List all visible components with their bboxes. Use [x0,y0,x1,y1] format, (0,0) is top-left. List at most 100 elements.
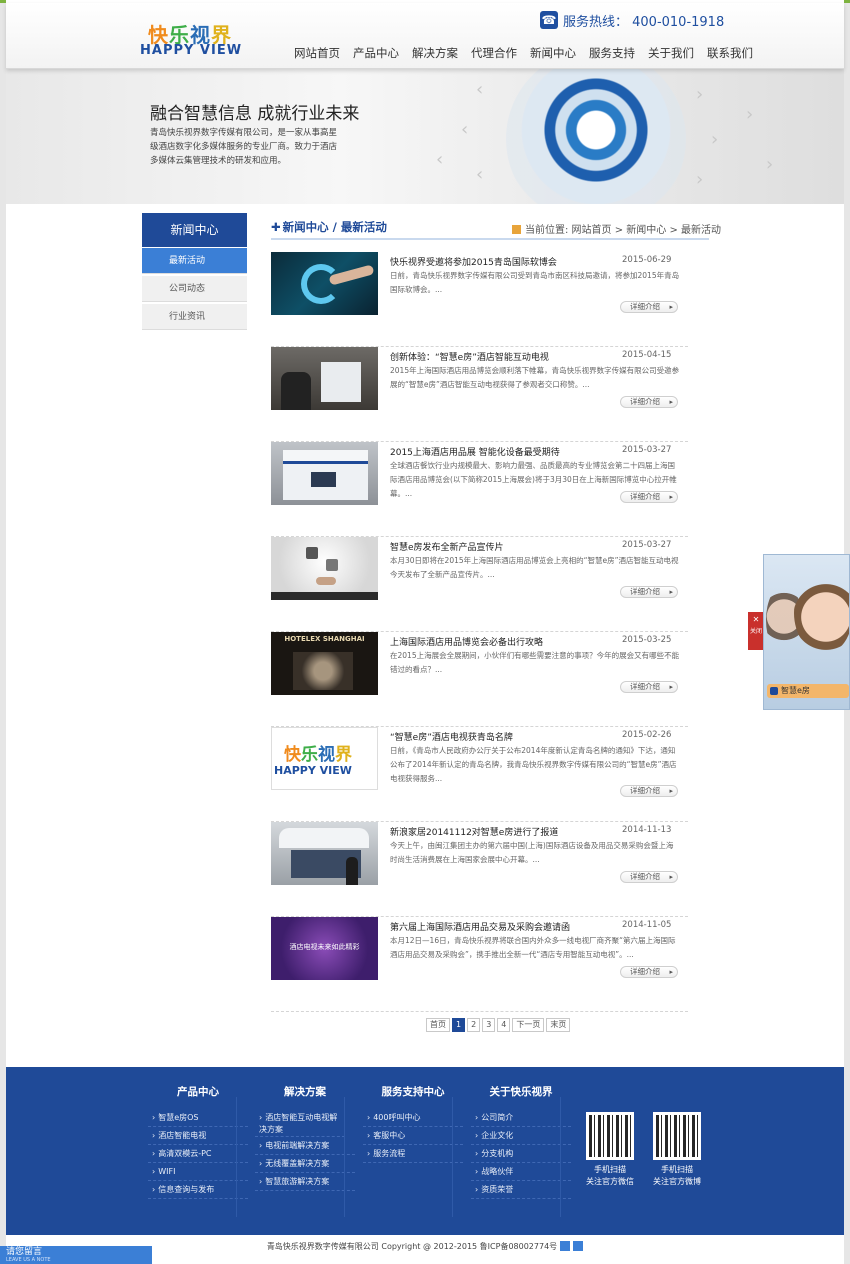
nav-contact[interactable]: 联系我们 [707,45,753,61]
footer-link[interactable]: › WIFI [148,1163,248,1181]
news-item: 新浪家居20141112对智慧e房进行了报道 2014-11-13 今天上午，由… [271,822,688,917]
news-date: 2015-02-26 [622,730,672,740]
more-button[interactable]: 详细介绍 ▸ [620,491,678,503]
breadcrumb: 当前位置: 网站首页 > 新闻中心 > 最新活动 [512,221,721,236]
footer-link[interactable]: › 高清双模云-PC [148,1145,248,1163]
news-title[interactable]: 快乐视界受邀将参加2015青岛国际软博会 [390,255,557,268]
police-badge-icon[interactable] [573,1241,584,1251]
footer-link[interactable]: › 企业文化 [471,1127,571,1145]
footer-link[interactable]: › 分支机构 [471,1145,571,1163]
qr-code-weibo [653,1112,701,1160]
more-label: 详细介绍 [630,967,660,976]
more-button[interactable]: 详细介绍 ▸ [620,301,678,313]
pager-page-1[interactable]: 1 [452,1018,466,1032]
pager-page-3[interactable]: 3 [482,1018,496,1032]
leave-message-bar[interactable]: 请您留言 LEAVE US A NOTE [0,1246,152,1264]
float-close-button[interactable]: ✕ 关闭 [748,612,764,650]
logo[interactable]: 快乐视界 HAPPY VIEW [140,19,250,61]
chat-icon [770,687,778,695]
more-button[interactable]: 详细介绍 ▸ [620,871,678,883]
news-item: 快乐视界受邀将参加2015青岛国际软博会 2015-06-29 日前，青岛快乐视… [271,252,688,347]
pager-next[interactable]: 下一页 [512,1018,545,1032]
thumb-hand-e[interactable] [271,252,378,315]
globe-graphic [506,69,686,204]
footer-col-title: 解决方案 [284,1086,326,1098]
sidebar-item-industry[interactable]: 行业资讯 [142,304,247,330]
news-item: 酒店电视未来如此精彩 第六届上海国际酒店用品交易及采购会邀请函 2014-11-… [271,917,688,1012]
content-title: ✚ 新闻中心 / 最新活动 [271,219,387,235]
breadcrumb-text[interactable]: 当前位置: 网站首页 > 新闻中心 > 最新活动 [525,225,721,236]
news-item: 快乐视界 HAPPY VIEW “智慧e房”酒店电视获青岛名牌 2015-02-… [271,727,688,822]
plus-icon: ✚ [271,220,281,234]
thumb-expo-crowd[interactable] [271,347,378,410]
pager-page-2[interactable]: 2 [467,1018,481,1032]
qr-code-wechat [586,1112,634,1160]
more-button[interactable]: 详细介绍 ▸ [620,681,678,693]
phone-icon: ☎ [540,11,558,29]
footer-link[interactable]: › 400呼叫中心 [363,1109,463,1127]
news-date: 2015-04-15 [622,350,672,360]
nav-solutions[interactable]: 解决方案 [412,45,458,61]
hotline-text: 服务热线： 400-010-1918 [563,14,725,30]
thumb-exhibition[interactable] [271,822,378,885]
close-icon: ✕ [752,615,760,624]
nav-home[interactable]: 网站首页 [294,45,340,61]
more-label: 详细介绍 [630,302,660,311]
news-desc: 日前，青岛快乐视界数字传媒有限公司受到青岛市南区科技局邀请，将参加2015年青岛… [390,271,680,294]
thumb-booth[interactable] [271,442,378,505]
news-title[interactable]: 第六届上海国际酒店用品交易及采购会邀请函 [390,920,570,933]
footer-link[interactable]: › 智慧e房OS [148,1109,248,1127]
nav-news[interactable]: 新闻中心 [530,45,576,61]
footer-col-title: 产品中心 [177,1086,219,1098]
more-button[interactable]: 详细介绍 ▸ [620,966,678,978]
more-label: 详细介绍 [630,872,660,881]
main-nav: 网站首页 产品中心 解决方案 代理合作 新闻中心 服务支持 关于我们 联系我们 [294,45,766,61]
thumb-hotelex[interactable]: HOTELEX SHANGHAI [271,632,378,695]
message-label: 请您留言 [6,1247,43,1257]
more-button[interactable]: 详细介绍 ▸ [620,785,678,797]
footer-link[interactable]: › 酒店智能电视 [148,1127,248,1145]
thumb-invite[interactable]: 酒店电视未来如此精彩 [271,917,378,980]
banner-desc: 青岛快乐视界数字传媒有限公司，是一家从事高星级酒店数字化多媒体服务的专业厂商。致… [150,128,338,166]
pager-last[interactable]: 末页 [546,1018,571,1032]
arrow-right-icon: ▸ [669,873,673,881]
thumb-logo[interactable]: 快乐视界 HAPPY VIEW [271,727,378,790]
news-title[interactable]: 新浪家居20141112对智慧e房进行了报道 [390,825,558,838]
message-sub: LEAVE US A NOTE [6,1257,51,1263]
more-button[interactable]: 详细介绍 ▸ [620,586,678,598]
news-title[interactable]: “智慧e房”酒店电视获青岛名牌 [390,730,513,743]
footer-link[interactable]: › 服务流程 [363,1145,463,1163]
footer-link[interactable]: › 信息查询与发布 [148,1181,248,1199]
chat-button[interactable]: 智慧e房 [767,684,849,698]
news-title[interactable]: 创新体验：“智慧e房”酒店智能互动电视 [390,350,549,363]
customer-service-widget[interactable]: 智慧e房 [763,554,850,710]
sidebar-item-latest[interactable]: 最新活动 [142,248,247,274]
footer-link[interactable]: › 智慧旅游解决方案 [255,1173,355,1191]
news-date: 2015-03-27 [622,445,672,455]
sidebar-item-company-news[interactable]: 公司动态 [142,276,247,302]
thumb-video[interactable] [271,537,378,600]
more-button[interactable]: 详细介绍 ▸ [620,396,678,408]
thumb-logo-en: HAPPY VIEW [274,764,352,777]
footer-link[interactable]: › 电视前端解决方案 [255,1137,355,1155]
footer-link[interactable]: › 无线覆盖解决方案 [255,1155,355,1173]
pager-first[interactable]: 首页 [426,1018,450,1032]
news-title[interactable]: 智慧e房发布全新产品宣传片 [390,540,504,553]
footer-link[interactable]: › 战略伙伴 [471,1163,571,1181]
stats-icon[interactable] [560,1241,571,1251]
pager-page-4[interactable]: 4 [497,1018,511,1032]
arrow-right-icon: ▸ [669,588,673,596]
nav-products[interactable]: 产品中心 [353,45,399,61]
news-title[interactable]: 2015上海酒店用品展 智能化设备最受期待 [390,445,560,458]
more-label: 详细介绍 [630,786,660,795]
logo-en: HAPPY VIEW [140,43,243,58]
nav-agency[interactable]: 代理合作 [471,45,517,61]
nav-support[interactable]: 服务支持 [589,45,635,61]
footer-link[interactable]: › 酒店智能互动电视解决方案 [255,1109,345,1137]
footer-link[interactable]: › 客服中心 [363,1127,463,1145]
thumb-caption: HOTELEX SHANGHAI [284,635,365,643]
footer-link[interactable]: › 资质荣誉 [471,1181,571,1199]
news-title[interactable]: 上海国际酒店用品博览会必备出行攻略 [390,635,543,648]
nav-about[interactable]: 关于我们 [648,45,694,61]
footer-link[interactable]: › 公司简介 [471,1109,571,1127]
